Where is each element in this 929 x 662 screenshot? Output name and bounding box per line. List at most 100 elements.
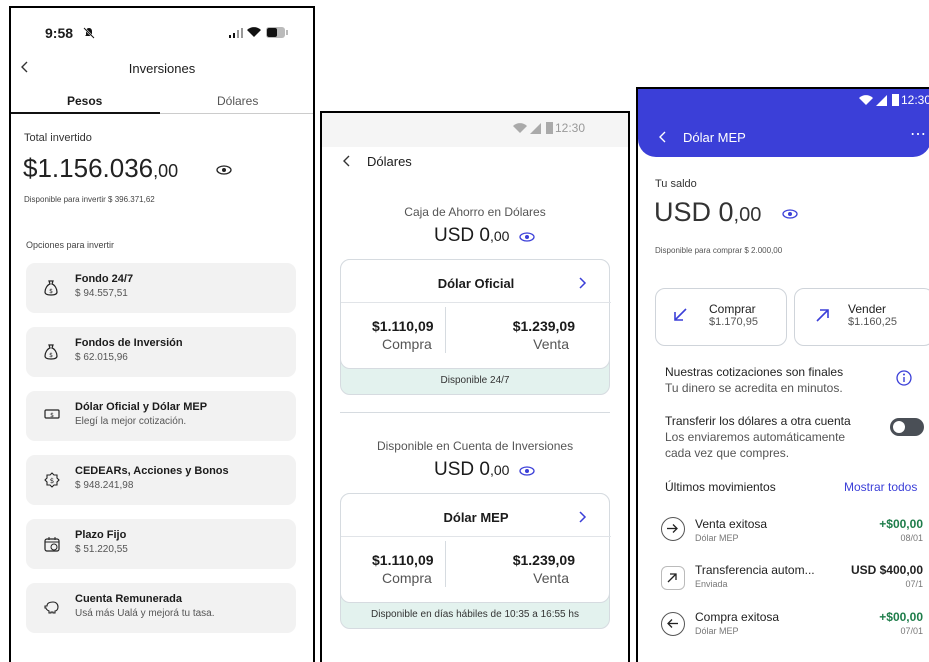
- option-dolar[interactable]: $ Dólar Oficial y Dólar MEP Elegí la mej…: [26, 391, 296, 441]
- comprar-label: Comprar: [709, 302, 756, 316]
- dolares-screen: 12:30 Dólares Caja de Ahorro en Dólares …: [320, 111, 630, 662]
- movement-amount: +$00,00: [879, 517, 923, 531]
- chevron-right-icon[interactable]: [579, 511, 587, 523]
- option-title: CEDEARs, Acciones y Bonos: [75, 465, 229, 477]
- info-subtitle: Tu dinero se acredita en minutos.: [665, 381, 843, 395]
- cuenta-inversiones-amount: USD 0: [434, 459, 490, 480]
- status-time: 9:58: [45, 25, 74, 41]
- card-footer: Disponible en días hábiles de 10:35 a 16…: [371, 609, 579, 620]
- more-options-icon[interactable]: ⋯: [910, 124, 927, 144]
- sell-label: Venta: [533, 570, 569, 586]
- option-plazo-fijo[interactable]: Plazo Fijo $ 51.220,55: [26, 519, 296, 569]
- option-value: Elegí la mejor cotización.: [75, 416, 187, 427]
- battery-icon: [266, 27, 288, 38]
- option-fondo-24-7[interactable]: $ Fondo 24/7 $ 94.557,51: [26, 263, 296, 313]
- signal-icon: [530, 123, 541, 134]
- card-title: Dólar Oficial: [437, 276, 515, 291]
- svg-text:$: $: [50, 477, 54, 485]
- option-value: $ 94.557,51: [75, 288, 128, 299]
- total-amount: $1.156.036: [23, 153, 154, 183]
- arrow-right-icon: [661, 517, 685, 541]
- available-to-invest: Disponible para invertir $ 396.371,62: [24, 195, 155, 204]
- option-title: Fondo 24/7: [75, 273, 134, 285]
- sell-value: $1.239,09: [512, 318, 575, 334]
- option-value: $ 62.015,96: [75, 352, 128, 363]
- total-label: Total invertido: [24, 132, 92, 144]
- saldo-cents: ,00: [733, 204, 762, 226]
- inversiones-screen: 9:58 Inversiones Pesos Dólares Total inv…: [9, 6, 315, 662]
- eye-icon[interactable]: [519, 466, 535, 476]
- page-title: Inversiones: [128, 61, 196, 76]
- caja-ahorro-amount: USD 0: [434, 225, 490, 246]
- comprar-value: $1.170,95: [709, 316, 758, 328]
- buy-label: Compra: [382, 570, 432, 586]
- option-title: Plazo Fijo: [75, 529, 127, 541]
- wifi-icon: [513, 123, 527, 134]
- arrow-left-icon: [661, 612, 685, 636]
- back-chevron-icon[interactable]: [342, 155, 350, 167]
- dolar-mep-screen: 12:30 Dólar MEP ⋯ Tu saldo USD 0,00 Disp…: [636, 87, 929, 662]
- tab-dolares[interactable]: Dólares: [217, 94, 258, 108]
- card-divider: [341, 302, 611, 303]
- option-fondos-inversion[interactable]: $ Fondos de Inversión $ 62.015,96: [26, 327, 296, 377]
- options-label: Opciones para invertir: [26, 240, 115, 250]
- movement-title: Transferencia autom...: [695, 563, 815, 577]
- active-tab-indicator: [11, 112, 160, 114]
- vender-button[interactable]: Vender $1.160,25: [794, 288, 929, 346]
- back-chevron-icon[interactable]: [658, 131, 666, 143]
- eye-icon[interactable]: [216, 165, 232, 175]
- comprar-button[interactable]: Comprar $1.170,95: [655, 288, 787, 346]
- transfer-toggle[interactable]: [890, 418, 924, 436]
- sell-value: $1.239,09: [512, 552, 575, 568]
- transfer-subtitle-1: Los enviaremos automáticamente: [665, 430, 846, 444]
- card-vertical-divider: [445, 307, 446, 353]
- chevron-right-icon[interactable]: [579, 277, 587, 289]
- page-title: Dólares: [367, 154, 412, 169]
- status-time: 12:30: [901, 93, 929, 107]
- buy-value: $1.110,09: [372, 552, 434, 568]
- movement-amount: USD $400,00: [850, 563, 923, 577]
- movement-title: Venta exitosa: [695, 517, 768, 531]
- info-icon[interactable]: [896, 370, 912, 386]
- banknote-icon: $: [44, 408, 60, 420]
- transfer-subtitle-2: cada vez que compres.: [665, 446, 790, 460]
- movement-subtitle: Enviada: [695, 579, 728, 589]
- buy-label: Compra: [382, 336, 432, 352]
- coin-icon: $: [44, 472, 60, 488]
- tab-divider: [160, 113, 313, 114]
- eye-icon[interactable]: [519, 232, 535, 242]
- svg-text:$: $: [49, 352, 53, 359]
- option-title: Dólar Oficial y Dólar MEP: [75, 401, 208, 413]
- card-vertical-divider: [445, 541, 446, 587]
- saldo-label: Tu saldo: [655, 178, 697, 190]
- tab-pesos[interactable]: Pesos: [67, 94, 102, 108]
- bell-off-icon: [83, 27, 95, 39]
- money-bag-icon: $: [44, 280, 58, 296]
- show-all-link[interactable]: Mostrar todos: [844, 480, 917, 494]
- wifi-icon: [859, 95, 873, 106]
- sell-label: Venta: [533, 336, 569, 352]
- eye-icon[interactable]: [782, 209, 798, 219]
- movements-label: Últimos movimientos: [665, 480, 776, 494]
- movement-title: Compra exitosa: [695, 610, 780, 624]
- dolar-mep-card[interactable]: Dólar MEP $1.110,09 Compra $1.239,09 Ven…: [340, 493, 611, 629]
- movement-amount: +$00,00: [879, 610, 923, 624]
- piggy-bank-icon: [44, 600, 60, 614]
- available-to-buy: Disponible para comprar $ 2.000,00: [655, 246, 783, 255]
- info-title: Nuestras cotizaciones son finales: [665, 365, 844, 379]
- option-title: Cuenta Remunerada: [75, 593, 182, 605]
- option-cuenta-remunerada[interactable]: Cuenta Remunerada Usá más Ualá y mejorá …: [26, 583, 296, 633]
- signal-icon: [229, 28, 243, 38]
- option-value: $ 51.220,55: [75, 544, 128, 555]
- dolar-oficial-card[interactable]: Dólar Oficial $1.110,09 Compra $1.239,09…: [340, 259, 611, 395]
- toggle-knob: [893, 421, 905, 433]
- cuenta-inversiones-cents: ,00: [489, 462, 510, 478]
- card-divider: [341, 536, 611, 537]
- option-cedears[interactable]: $ CEDEARs, Acciones y Bonos $ 948.241,98: [26, 455, 296, 505]
- arrow-up-right-icon: [815, 307, 831, 323]
- wifi-icon: [247, 27, 261, 38]
- svg-text:$: $: [49, 288, 53, 295]
- page-title: Dólar MEP: [683, 130, 746, 145]
- vender-value: $1.160,25: [848, 316, 897, 328]
- movement-subtitle: Dólar MEP: [695, 626, 739, 636]
